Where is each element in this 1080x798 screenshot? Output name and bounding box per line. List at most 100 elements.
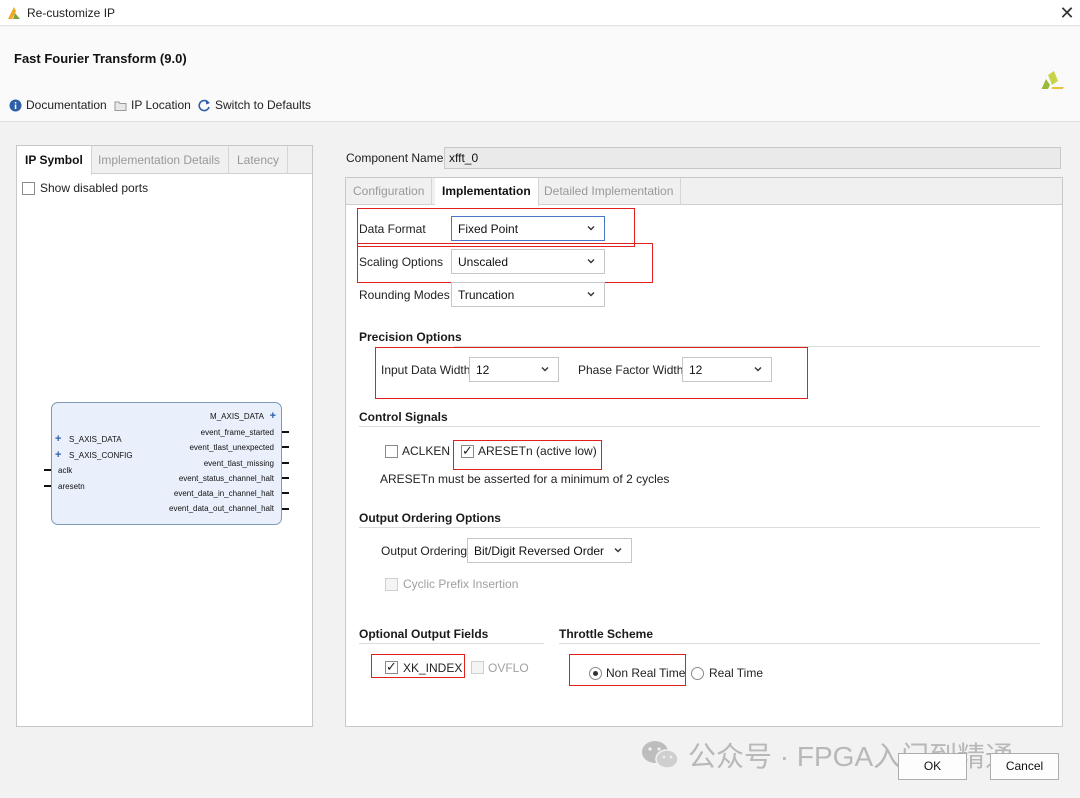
port-stub: [282, 462, 289, 464]
port-event-data-in-channel-halt: event_data_in_channel_halt: [173, 489, 274, 498]
input-data-width-value: 12: [476, 363, 490, 377]
data-format-value: Fixed Point: [458, 222, 519, 236]
switch-defaults-button[interactable]: Switch to Defaults: [198, 98, 311, 112]
aresetn-label: ARESETn (active low): [478, 444, 597, 458]
wechat-icon: [642, 741, 679, 769]
xk-index-checkbox[interactable]: [385, 659, 398, 675]
data-format-select[interactable]: Fixed Point: [451, 216, 605, 241]
port-event-data-out-channel-halt: event_data_out_channel_halt: [169, 504, 274, 513]
ip-symbol-block: M_AXIS_DATA + event_frame_started event_…: [51, 402, 282, 525]
aclken-checkbox[interactable]: [385, 445, 398, 458]
ovflo-checkbox: [471, 661, 484, 674]
phase-factor-width-value: 12: [689, 363, 703, 377]
input-data-width-label: Input Data Width: [381, 363, 471, 377]
port-stub: [282, 446, 289, 448]
real-time-label: Real Time: [709, 666, 764, 680]
output-ordering-label: Output Ordering: [381, 544, 468, 558]
aresetn-checkbox[interactable]: [461, 443, 474, 459]
port-aresetn: aresetn: [58, 482, 85, 491]
documentation-button[interactable]: Documentation: [9, 98, 107, 112]
cyclic-prefix-label: Cyclic Prefix Insertion: [403, 577, 519, 591]
port-event-tlast-missing: event_tlast_missing: [203, 459, 274, 468]
component-name-label: Component Name: [346, 151, 444, 165]
divider: [359, 643, 544, 644]
xk-index-label: XK_INDEX: [403, 661, 463, 675]
chevron-down-icon: [754, 367, 762, 372]
info-icon: [9, 99, 22, 111]
tab-implementation-details[interactable]: Implementation Details: [90, 146, 230, 174]
cancel-button[interactable]: Cancel: [990, 753, 1059, 780]
divider: [559, 643, 1040, 644]
precision-options-heading: Precision Options: [359, 330, 462, 344]
ip-location-button[interactable]: IP Location: [114, 98, 191, 112]
port-stub: [44, 469, 51, 471]
non-real-time-radio[interactable]: [589, 667, 602, 680]
data-format-label: Data Format: [359, 222, 426, 236]
control-signals-heading: Control Signals: [359, 410, 448, 424]
port-stub: [282, 477, 289, 479]
tab-implementation[interactable]: Implementation: [435, 178, 539, 206]
port-stub: [282, 431, 289, 433]
scaling-options-value: Unscaled: [458, 255, 509, 269]
expand-plus-icon[interactable]: +: [55, 449, 61, 461]
port-aclk: aclk: [58, 466, 73, 475]
chevron-down-icon: [587, 292, 595, 297]
input-data-width-select[interactable]: 12: [469, 357, 559, 382]
refresh-icon: [198, 99, 210, 111]
folder-icon: [114, 101, 127, 111]
port-event-frame-started: event_frame_started: [200, 428, 274, 437]
dialog-header: Fast Fourier Transform (9.0): [0, 27, 1080, 97]
chevron-down-icon: [541, 367, 549, 372]
title-bar: Re-customize IP ✕: [0, 0, 1080, 26]
phase-factor-width-label: Phase Factor Width: [578, 363, 684, 377]
ip-title: Fast Fourier Transform (9.0): [14, 51, 187, 66]
ok-button[interactable]: OK: [898, 753, 967, 780]
port-stub: [282, 508, 289, 510]
tab-ip-symbol[interactable]: IP Symbol: [17, 146, 92, 175]
ip-location-label: IP Location: [131, 98, 191, 112]
rounding-modes-select[interactable]: Truncation: [451, 282, 605, 307]
show-disabled-ports-label: Show disabled ports: [40, 181, 149, 195]
right-tab-bar: Configuration Implementation Detailed Im…: [346, 178, 1062, 206]
aresetn-note: ARESETn must be asserted for a minimum o…: [380, 472, 670, 486]
chevron-down-icon: [587, 259, 595, 264]
phase-factor-width-select[interactable]: 12: [682, 357, 772, 382]
throttle-scheme-heading: Throttle Scheme: [559, 627, 654, 641]
tab-detailed-implementation[interactable]: Detailed Implementation: [537, 178, 682, 205]
left-tab-bar: IP Symbol Implementation Details Latency: [17, 146, 312, 175]
scaling-options-select[interactable]: Unscaled: [451, 249, 605, 274]
output-ordering-heading: Output Ordering Options: [359, 511, 501, 525]
toolbar: Documentation IP Location Switch to Defa…: [0, 89, 1080, 122]
divider: [454, 346, 1040, 347]
expand-plus-icon[interactable]: +: [55, 433, 61, 445]
rounding-modes-value: Truncation: [458, 288, 515, 302]
component-name-input[interactable]: xfft_0: [444, 147, 1061, 169]
real-time-radio[interactable]: [691, 667, 704, 680]
cyclic-prefix-checkbox: [385, 578, 398, 591]
rounding-modes-label: Rounding Modes: [359, 288, 450, 302]
expand-plus-icon[interactable]: +: [270, 410, 276, 422]
optional-output-heading: Optional Output Fields: [359, 627, 489, 641]
window-title: Re-customize IP: [27, 6, 116, 20]
port-event-tlast-unexpected: event_tlast_unexpected: [189, 443, 274, 452]
port-event-status-channel-halt: event_status_channel_halt: [178, 474, 274, 483]
ovflo-label: OVFLO: [488, 661, 529, 675]
scaling-options-label: Scaling Options: [359, 255, 444, 269]
show-disabled-ports-checkbox[interactable]: [22, 182, 35, 195]
output-ordering-value: Bit/Digit Reversed Order: [474, 544, 605, 558]
close-button[interactable]: ✕: [1056, 3, 1078, 23]
port-m-axis-data: M_AXIS_DATA: [210, 412, 264, 421]
tab-configuration[interactable]: Configuration: [346, 178, 433, 205]
output-ordering-select[interactable]: Bit/Digit Reversed Order: [467, 538, 632, 563]
chevron-down-icon: [587, 226, 595, 231]
vivado-logo-icon: [8, 7, 20, 19]
non-real-time-label: Non Real Time: [606, 666, 686, 680]
tab-latency[interactable]: Latency: [229, 146, 289, 174]
aclken-label: ACLKEN: [402, 444, 451, 458]
switch-defaults-label: Switch to Defaults: [215, 98, 312, 112]
port-s-axis-config: S_AXIS_CONFIG: [69, 451, 133, 460]
port-stub: [282, 492, 289, 494]
ip-symbol-panel: IP Symbol Implementation Details Latency…: [16, 145, 313, 727]
divider: [359, 426, 1040, 427]
documentation-label: Documentation: [26, 98, 107, 112]
